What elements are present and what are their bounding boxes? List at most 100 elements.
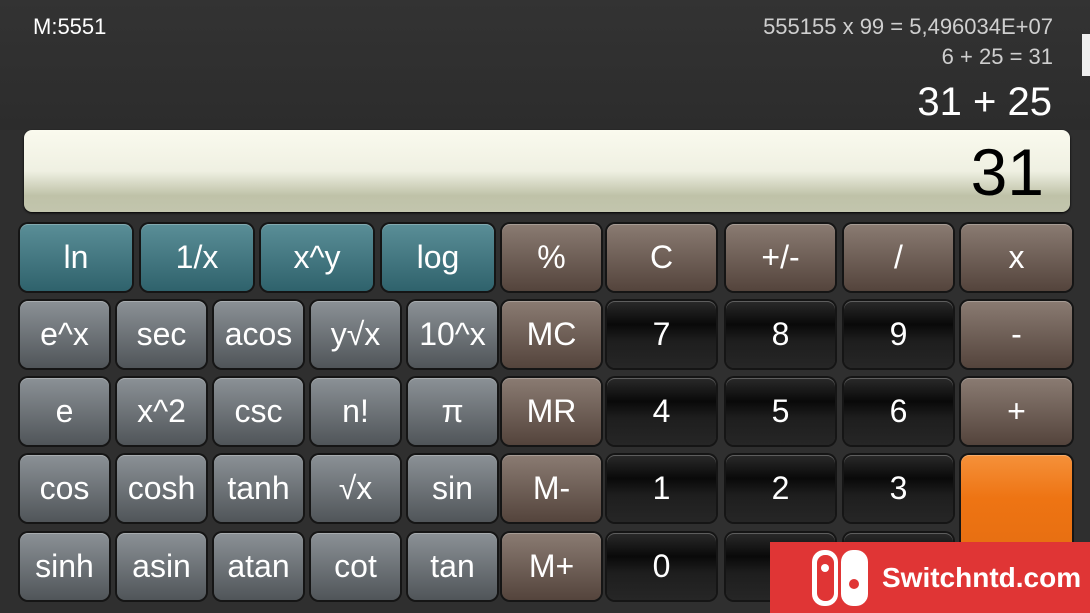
key-label: csc bbox=[234, 393, 283, 429]
key-label: e bbox=[55, 393, 74, 429]
key-label: sec bbox=[136, 316, 187, 352]
key-number[interactable]: 7 bbox=[607, 301, 716, 368]
key-sci[interactable]: cos bbox=[20, 455, 109, 522]
key-number[interactable]: 5 bbox=[726, 378, 835, 445]
key-number[interactable]: 0 bbox=[607, 533, 716, 600]
key-label: sinh bbox=[35, 548, 94, 584]
history-line: 6 + 25 = 31 bbox=[941, 44, 1053, 69]
key-label: x^2 bbox=[137, 393, 186, 429]
scrollbar[interactable] bbox=[1082, 34, 1090, 76]
key-sci[interactable]: n! bbox=[311, 378, 400, 445]
key-plus[interactable]: + bbox=[961, 378, 1072, 445]
key-label: MC bbox=[526, 316, 577, 352]
key-label: log bbox=[416, 239, 460, 275]
key-sci[interactable]: x^2 bbox=[117, 378, 206, 445]
key-label: +/- bbox=[761, 239, 800, 275]
current-expression: 31 + 25 bbox=[917, 80, 1052, 124]
key-label: atan bbox=[227, 548, 290, 584]
key-label: 0 bbox=[652, 548, 671, 584]
key-sci[interactable]: atan bbox=[214, 533, 303, 600]
key-operator[interactable]: / bbox=[844, 224, 953, 291]
key-sci[interactable]: x^y bbox=[261, 224, 373, 291]
key-label: C bbox=[649, 239, 674, 275]
key-label: ln bbox=[63, 239, 89, 275]
key-sci[interactable]: cot bbox=[311, 533, 400, 600]
key-sci[interactable]: tanh bbox=[214, 455, 303, 522]
key-operator[interactable]: % bbox=[502, 224, 601, 291]
key-sci[interactable]: sin bbox=[408, 455, 497, 522]
key-memory[interactable]: MR bbox=[502, 378, 601, 445]
header-area: M:5551 555155 x 99 = 5,496034E+07 6 + 25… bbox=[0, 0, 1090, 130]
key-operator[interactable]: x bbox=[961, 224, 1072, 291]
key-sci[interactable]: asin bbox=[117, 533, 206, 600]
key-sci[interactable]: tan bbox=[408, 533, 497, 600]
key-number[interactable]: 8 bbox=[726, 301, 835, 368]
key-label: e^x bbox=[40, 316, 89, 352]
key-sci[interactable]: π bbox=[408, 378, 497, 445]
key-sci[interactable]: 10^x bbox=[408, 301, 497, 368]
result-display: 31 bbox=[24, 130, 1070, 212]
key-label: 4 bbox=[652, 393, 671, 429]
key-label: cot bbox=[334, 548, 377, 584]
key-label: + bbox=[1007, 393, 1026, 429]
key-number[interactable]: 9 bbox=[844, 301, 953, 368]
key-operator[interactable]: C bbox=[607, 224, 716, 291]
key-sci[interactable]: √x bbox=[311, 455, 400, 522]
key-memory[interactable]: MC bbox=[502, 301, 601, 368]
watermark: Switchntd.com bbox=[770, 542, 1090, 613]
key-label: tan bbox=[430, 548, 475, 584]
key-sci[interactable]: ln bbox=[20, 224, 132, 291]
key-label: - bbox=[1011, 316, 1022, 352]
key-operator[interactable]: +/- bbox=[726, 224, 835, 291]
key-number[interactable]: 3 bbox=[844, 455, 953, 522]
memory-indicator: M:5551 bbox=[33, 14, 107, 39]
key-memory[interactable]: M+ bbox=[502, 533, 601, 600]
key-sci[interactable]: sinh bbox=[20, 533, 109, 600]
history-line: 555155 x 99 = 5,496034E+07 bbox=[763, 14, 1053, 39]
key-label: n! bbox=[342, 393, 369, 429]
key-label: 9 bbox=[889, 316, 908, 352]
key-minus[interactable]: - bbox=[961, 301, 1072, 368]
key-label: % bbox=[537, 239, 566, 275]
key-label: 5 bbox=[771, 393, 790, 429]
key-sci[interactable]: csc bbox=[214, 378, 303, 445]
key-sci[interactable]: y√x bbox=[311, 301, 400, 368]
key-number[interactable]: 6 bbox=[844, 378, 953, 445]
key-label: 8 bbox=[771, 316, 790, 352]
key-label: 7 bbox=[652, 316, 671, 352]
key-label: 3 bbox=[889, 470, 908, 506]
watermark-text: Switchntd.com bbox=[882, 562, 1082, 593]
key-label: MR bbox=[526, 393, 577, 429]
key-memory[interactable]: M- bbox=[502, 455, 601, 522]
key-sci[interactable]: e^x bbox=[20, 301, 109, 368]
key-label: M- bbox=[532, 470, 571, 506]
key-label: sin bbox=[432, 470, 473, 506]
display-value: 31 bbox=[970, 135, 1044, 209]
key-label: x bbox=[1008, 239, 1025, 275]
key-label: acos bbox=[224, 316, 293, 352]
key-label: x^y bbox=[293, 239, 341, 275]
key-number[interactable]: 4 bbox=[607, 378, 716, 445]
key-label: 10^x bbox=[419, 316, 486, 352]
key-sci[interactable]: sec bbox=[117, 301, 206, 368]
key-label: cosh bbox=[127, 470, 196, 506]
key-label: cos bbox=[39, 470, 90, 506]
key-sci[interactable]: 1/x bbox=[141, 224, 253, 291]
key-sci[interactable]: e bbox=[20, 378, 109, 445]
key-label: y√x bbox=[330, 316, 381, 352]
key-label: M+ bbox=[528, 548, 575, 584]
key-label: 2 bbox=[771, 470, 790, 506]
key-number[interactable]: 2 bbox=[726, 455, 835, 522]
key-number[interactable]: 1 bbox=[607, 455, 716, 522]
key-label: 1/x bbox=[175, 239, 219, 275]
key-label: 1 bbox=[652, 470, 671, 506]
key-label: / bbox=[894, 239, 903, 275]
key-label: tanh bbox=[227, 470, 290, 506]
key-sci[interactable]: cosh bbox=[117, 455, 206, 522]
key-label: √x bbox=[338, 470, 373, 506]
switch-logo-icon bbox=[812, 550, 868, 606]
key-label: asin bbox=[132, 548, 191, 584]
key-label: 6 bbox=[889, 393, 908, 429]
key-sci[interactable]: acos bbox=[214, 301, 303, 368]
key-sci[interactable]: log bbox=[382, 224, 494, 291]
